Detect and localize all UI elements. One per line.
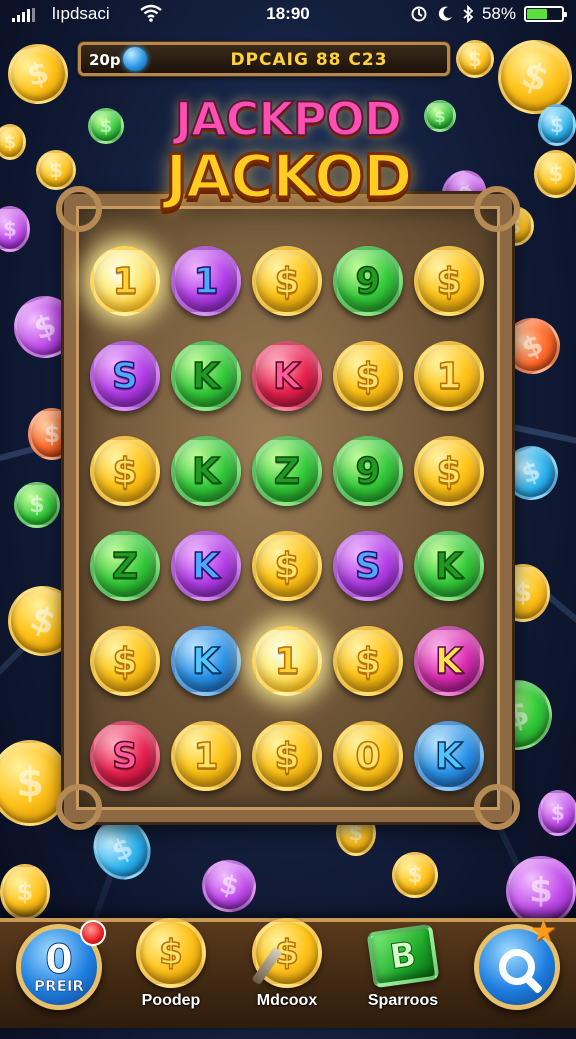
- floating-coin: $: [196, 853, 262, 919]
- coin-symbol: 1: [193, 735, 220, 778]
- board-coin[interactable]: $: [252, 721, 322, 791]
- board-coin[interactable]: S: [90, 721, 160, 791]
- frame-ornament: [474, 784, 520, 830]
- board-coin[interactable]: K: [171, 531, 241, 601]
- coin-symbol: K: [191, 640, 220, 683]
- coin-symbol: 1: [112, 260, 139, 303]
- battery-icon: [524, 6, 567, 22]
- tab-mdcoox[interactable]: $ Mdcoox: [232, 912, 342, 1022]
- status-bar: lıpdsaci 18:90 58%: [0, 0, 576, 30]
- coin-symbol: 9: [355, 260, 382, 303]
- left-button-label: PREIR: [34, 977, 84, 996]
- coin-symbol: S: [354, 545, 381, 588]
- floating-coin: $: [456, 40, 494, 78]
- notification-badge: [80, 920, 106, 946]
- coin-symbol: 0: [355, 735, 382, 778]
- board-coin[interactable]: $: [333, 626, 403, 696]
- coin-symbol: $: [355, 355, 382, 398]
- coin-symbol: K: [191, 545, 220, 588]
- star-icon: ★: [530, 914, 557, 949]
- board-coin[interactable]: 0: [333, 721, 403, 791]
- coin-symbol: $: [436, 450, 463, 493]
- board-coin[interactable]: $: [252, 531, 322, 601]
- board-coin[interactable]: K: [171, 436, 241, 506]
- battery-percent: 58%: [481, 4, 516, 23]
- coin-symbol: $: [436, 260, 463, 303]
- board-coin[interactable]: K: [414, 721, 484, 791]
- board-coin[interactable]: $: [333, 341, 403, 411]
- tab-sparroos[interactable]: B Sparroos: [348, 912, 458, 1022]
- sync-icon: [411, 6, 427, 22]
- coin-symbol: $: [274, 545, 301, 588]
- coin-symbol: $: [112, 450, 139, 493]
- coin-symbol: Z: [111, 545, 139, 588]
- coin-symbol: $: [274, 260, 301, 303]
- board-coin[interactable]: 1: [252, 626, 322, 696]
- coin-symbol: K: [434, 735, 463, 778]
- coin-symbol: S: [111, 735, 138, 778]
- coin-symbol: $: [112, 640, 139, 683]
- board-coin[interactable]: $: [90, 436, 160, 506]
- board-coin[interactable]: $: [414, 246, 484, 316]
- coin-symbol: 1: [436, 355, 463, 398]
- coin-symbol: K: [434, 545, 463, 588]
- coin-symbol: 9: [355, 450, 382, 493]
- board-coin[interactable]: $: [414, 436, 484, 506]
- board-coin[interactable]: Z: [252, 436, 322, 506]
- coin-symbol: K: [434, 640, 463, 683]
- coin-symbol: 1: [193, 260, 220, 303]
- board-coin[interactable]: K: [252, 341, 322, 411]
- board-coin[interactable]: K: [171, 626, 241, 696]
- cash-stack-icon: B: [366, 923, 440, 989]
- tab-label: Poodep: [141, 992, 201, 1009]
- top-info-bar[interactable]: 20p DPCAIG 88 C23: [78, 42, 450, 76]
- board-coin[interactable]: 1: [414, 341, 484, 411]
- board-coin[interactable]: K: [414, 531, 484, 601]
- coin-symbol: Z: [273, 450, 301, 493]
- game-logo-line2: JACKOD: [164, 141, 414, 214]
- board-coin[interactable]: K: [414, 626, 484, 696]
- board-coin[interactable]: $: [90, 626, 160, 696]
- tab-label: Mdcoox: [256, 992, 318, 1009]
- coin-symbol: K: [272, 355, 301, 398]
- coin-symbol: K: [191, 355, 220, 398]
- floating-coin: $: [0, 864, 50, 920]
- floating-coin: $: [392, 852, 438, 898]
- game-logo-line1: JACKPOD: [174, 91, 403, 147]
- dollar-coin-icon: $: [136, 918, 206, 988]
- board-coin[interactable]: 1: [171, 721, 241, 791]
- coin-symbol: S: [111, 355, 138, 398]
- coin-symbol: $: [274, 735, 301, 778]
- top-bar-title: DPCAIG 88 C23: [230, 50, 388, 70]
- floating-coin: $: [0, 206, 30, 252]
- board-coin[interactable]: $: [252, 246, 322, 316]
- board-coin[interactable]: Z: [90, 531, 160, 601]
- currency-value: 20p: [89, 51, 121, 69]
- gem-icon: [123, 47, 147, 71]
- floating-coin: $: [14, 482, 60, 528]
- board-coin[interactable]: 9: [333, 436, 403, 506]
- board-coin[interactable]: S: [333, 531, 403, 601]
- board-coin[interactable]: 1: [90, 246, 160, 316]
- coin-symbol: K: [191, 450, 220, 493]
- tab-poodep[interactable]: $ Poodep: [116, 912, 226, 1022]
- board-coin[interactable]: 1: [171, 246, 241, 316]
- bluetooth-icon: [463, 5, 474, 23]
- tab-label: Sparroos: [367, 992, 439, 1009]
- search-icon: [499, 949, 535, 985]
- coin-symbol: 1: [274, 640, 301, 683]
- board-coin[interactable]: 9: [333, 246, 403, 316]
- moon-icon: [438, 6, 452, 21]
- floating-coin: $: [538, 790, 576, 836]
- coin-symbol: $: [355, 640, 382, 683]
- board-coin[interactable]: S: [90, 341, 160, 411]
- board-coin[interactable]: K: [171, 341, 241, 411]
- frame-ornament: [56, 784, 102, 830]
